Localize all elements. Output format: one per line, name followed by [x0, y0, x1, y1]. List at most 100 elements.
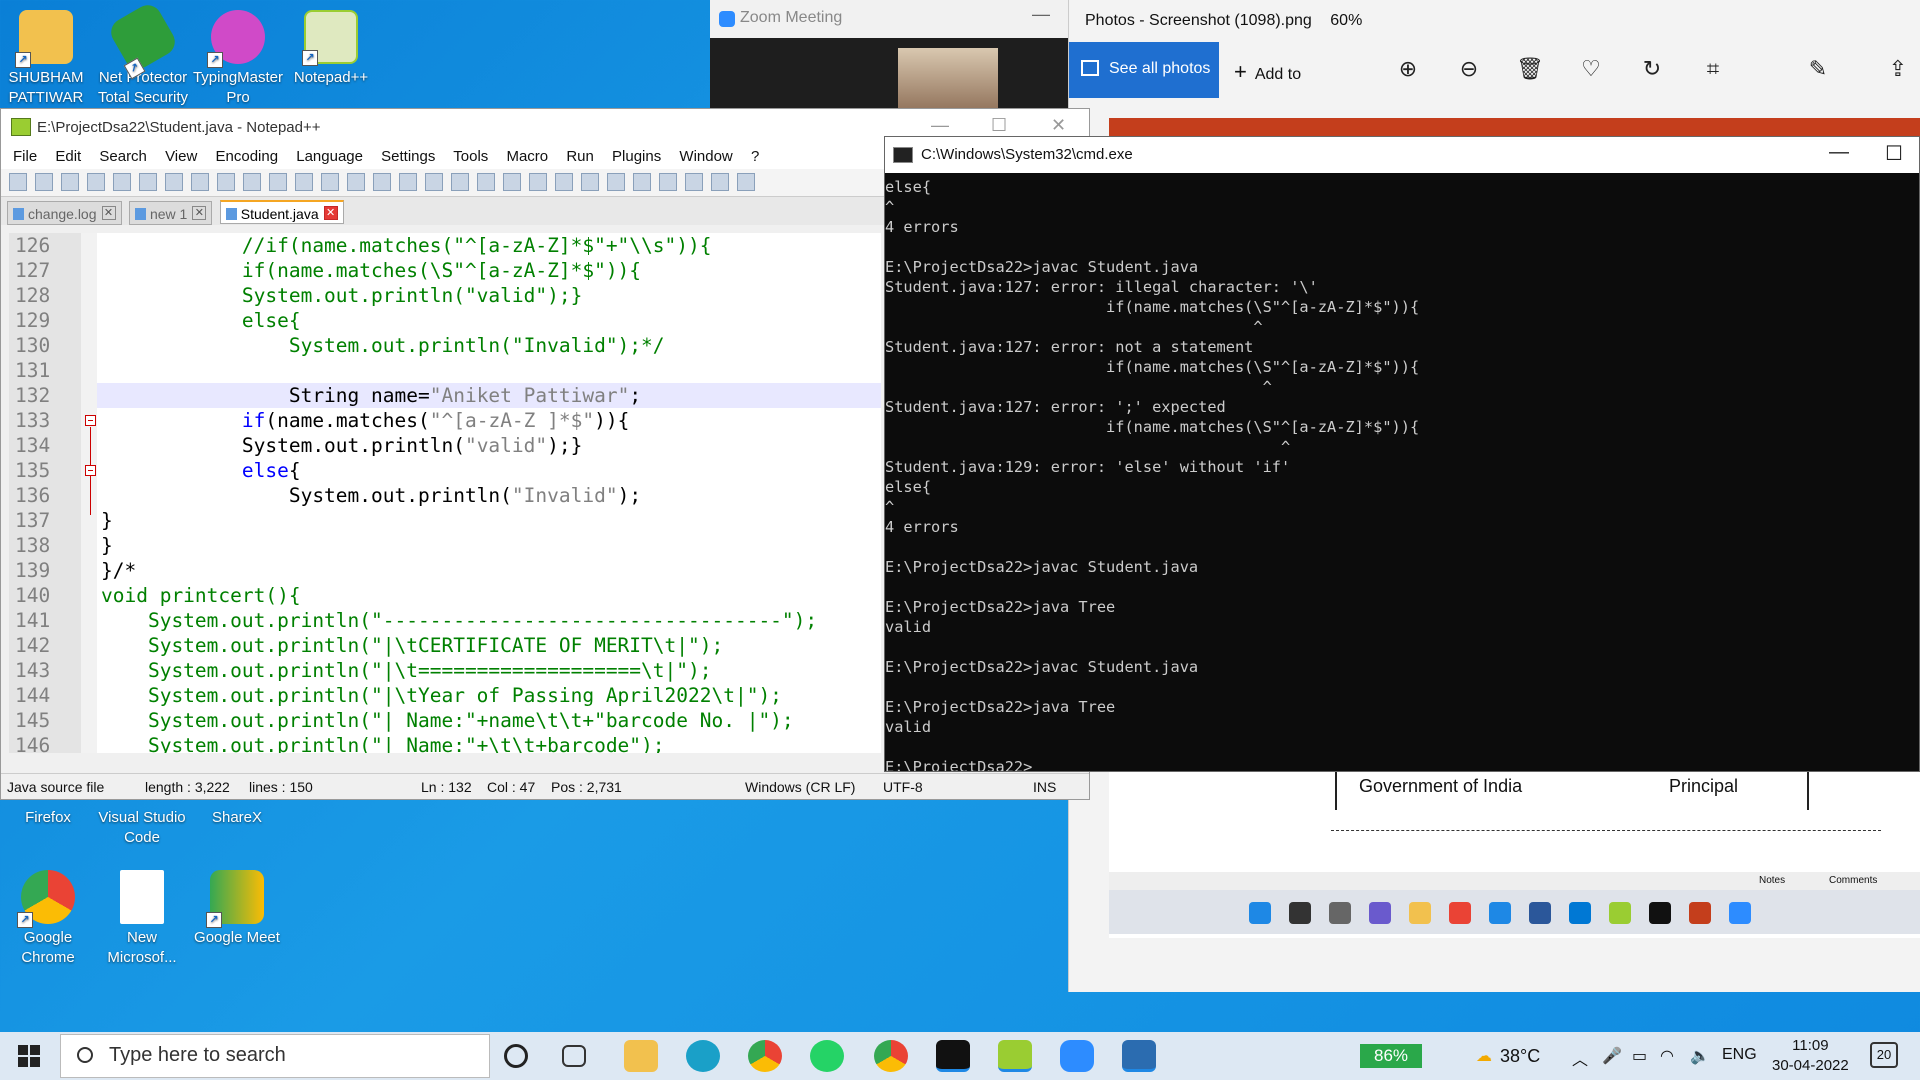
file-explorer-icon[interactable] — [624, 1040, 658, 1072]
minimize-button[interactable]: — — [1032, 4, 1050, 25]
folder-workspace-icon[interactable] — [633, 173, 651, 191]
close-tab-icon[interactable]: ✕ — [101, 206, 116, 220]
desktop-icon-vscode[interactable]: Visual Studio Code — [94, 808, 190, 848]
start-button[interactable] — [18, 1045, 40, 1067]
notification-button[interactable]: 20 — [1870, 1042, 1898, 1068]
undo-icon[interactable] — [269, 173, 287, 191]
menu-view[interactable]: View — [165, 148, 197, 165]
battery-icon[interactable]: ▭ — [1632, 1046, 1647, 1066]
code-line[interactable]: System.out.println("Invalid");*/ — [101, 333, 665, 358]
favorite-icon[interactable]: ♡ — [1577, 56, 1605, 84]
indent-guide-icon[interactable] — [529, 173, 547, 191]
crop-icon[interactable]: ⌗ — [1699, 56, 1727, 84]
zoom-title-bar[interactable]: Zoom Meeting — — [710, 0, 1070, 38]
desktop-icon-user-folder[interactable]: ↗ SHUBHAM PATTIWAR — [0, 10, 94, 108]
fold-toggle-icon[interactable] — [85, 415, 96, 426]
language-indicator[interactable]: ENG — [1722, 1046, 1757, 1064]
redo-icon[interactable] — [295, 173, 313, 191]
menu-edit[interactable]: Edit — [55, 148, 81, 165]
close-button[interactable]: ✕ — [1051, 115, 1066, 136]
code-line[interactable]: } — [101, 533, 113, 558]
paste-icon[interactable] — [243, 173, 261, 191]
desktop-icon-net-protector[interactable]: ↗ Net Protector Total Security — [95, 0, 191, 108]
sync-vertical-icon[interactable] — [425, 173, 443, 191]
delete-icon[interactable]: 🗑 — [1516, 56, 1544, 84]
minimize-button[interactable]: — — [1829, 141, 1849, 164]
code-line[interactable]: }/* — [101, 558, 136, 583]
menu-search[interactable]: Search — [99, 148, 147, 165]
maximize-button[interactable]: ☐ — [1885, 141, 1903, 166]
code-line[interactable]: System.out.println("|\tCERTIFICATE OF ME… — [101, 633, 723, 658]
minimize-button[interactable]: — — [931, 115, 949, 136]
volume-icon[interactable]: 🔈 — [1690, 1046, 1710, 1066]
print-icon[interactable] — [165, 173, 183, 191]
close-file-icon[interactable] — [113, 173, 131, 191]
function-list-icon[interactable] — [607, 173, 625, 191]
close-all-icon[interactable] — [139, 173, 157, 191]
menu-language[interactable]: Language — [296, 148, 363, 165]
show-all-chars-icon[interactable] — [503, 173, 521, 191]
word-wrap-icon[interactable] — [477, 173, 495, 191]
stop-macro-icon[interactable] — [711, 173, 729, 191]
close-tab-icon[interactable]: ✕ — [323, 206, 338, 220]
menu-settings[interactable]: Settings — [381, 148, 435, 165]
edge-icon[interactable] — [686, 1040, 720, 1072]
open-file-icon[interactable] — [35, 173, 53, 191]
replace-icon[interactable] — [347, 173, 365, 191]
code-line[interactable]: } — [101, 508, 113, 533]
chrome-icon[interactable] — [748, 1040, 782, 1072]
chrome-profile-icon[interactable] — [874, 1040, 908, 1072]
zoom-icon[interactable] — [1060, 1040, 1094, 1072]
maximize-button[interactable]: ☐ — [991, 115, 1007, 136]
code-line[interactable]: else{ — [101, 308, 301, 333]
code-line[interactable]: System.out.println("valid");} — [101, 433, 583, 458]
doc-map-icon[interactable] — [581, 173, 599, 191]
task-view-icon[interactable] — [562, 1045, 586, 1067]
terminal-icon[interactable] — [936, 1040, 970, 1072]
new-file-icon[interactable] — [9, 173, 27, 191]
cortana-icon[interactable] — [504, 1044, 528, 1068]
desktop-icon-sharex[interactable]: ShareX — [189, 808, 285, 828]
zoom-out-icon[interactable]: ⊖ — [1455, 56, 1483, 84]
edit-icon[interactable]: ✎ — [1804, 56, 1832, 84]
menu-window[interactable]: Window — [679, 148, 732, 165]
zoom-in-icon[interactable] — [373, 173, 391, 191]
weather-temp[interactable]: 38°C — [1500, 1046, 1540, 1067]
desktop-icon-word-doc[interactable]: New Microsof... — [94, 870, 190, 968]
cmd-title-bar[interactable]: C:\Windows\System32\cmd.exe — ☐ — [885, 137, 1919, 173]
console-output[interactable]: else{ ^ 4 errors E:\ProjectDsa22>javac S… — [885, 173, 1919, 771]
photos-title-bar[interactable]: Photos - Screenshot (1098).png 60% — [1069, 0, 1920, 42]
zoom-in-icon[interactable]: ⊕ — [1394, 56, 1422, 84]
tab-new-1[interactable]: new 1 ✕ — [128, 201, 213, 225]
save-icon[interactable] — [61, 173, 79, 191]
menu-help[interactable]: ? — [751, 148, 759, 165]
desktop-icon-google-meet[interactable]: ↗ Google Meet — [189, 870, 285, 948]
code-line[interactable]: else{ — [101, 458, 301, 483]
close-tab-icon[interactable]: ✕ — [192, 206, 207, 220]
desktop-icon-chrome[interactable]: ↗ Google Chrome — [0, 870, 96, 968]
code-line[interactable]: System.out.println("--------------------… — [101, 608, 817, 633]
share-icon[interactable]: ⇪ — [1884, 56, 1912, 84]
taskbar-search[interactable]: Type here to search — [60, 1034, 490, 1078]
udl-icon[interactable] — [555, 173, 573, 191]
code-line[interactable]: System.out.println("valid");} — [101, 283, 582, 308]
record-macro-icon[interactable] — [685, 173, 703, 191]
menu-file[interactable]: File — [13, 148, 37, 165]
microphone-icon[interactable]: 🎤 — [1602, 1046, 1622, 1066]
code-line[interactable]: //if(name.matches("^[a-zA-Z]*$"+"\\s")){ — [101, 233, 712, 258]
wifi-icon[interactable]: ◠ — [1660, 1046, 1674, 1066]
desktop-icon-notepadpp[interactable]: ↗ Notepad++ — [283, 10, 379, 88]
sync-horizontal-icon[interactable] — [451, 173, 469, 191]
photos-icon[interactable] — [1122, 1040, 1156, 1072]
code-line[interactable]: String name="Aniket Pattiwar"; — [101, 383, 641, 408]
see-all-photos-button[interactable]: See all photos — [1069, 42, 1219, 98]
find-icon[interactable] — [321, 173, 339, 191]
zoom-out-icon[interactable] — [399, 173, 417, 191]
menu-macro[interactable]: Macro — [506, 148, 548, 165]
code-line[interactable]: void printcert(){ — [101, 583, 301, 608]
copy-icon[interactable] — [217, 173, 235, 191]
fold-toggle-icon[interactable] — [85, 465, 96, 476]
menu-tools[interactable]: Tools — [453, 148, 488, 165]
menu-run[interactable]: Run — [566, 148, 594, 165]
tab-change-log[interactable]: change.log ✕ — [7, 201, 122, 225]
